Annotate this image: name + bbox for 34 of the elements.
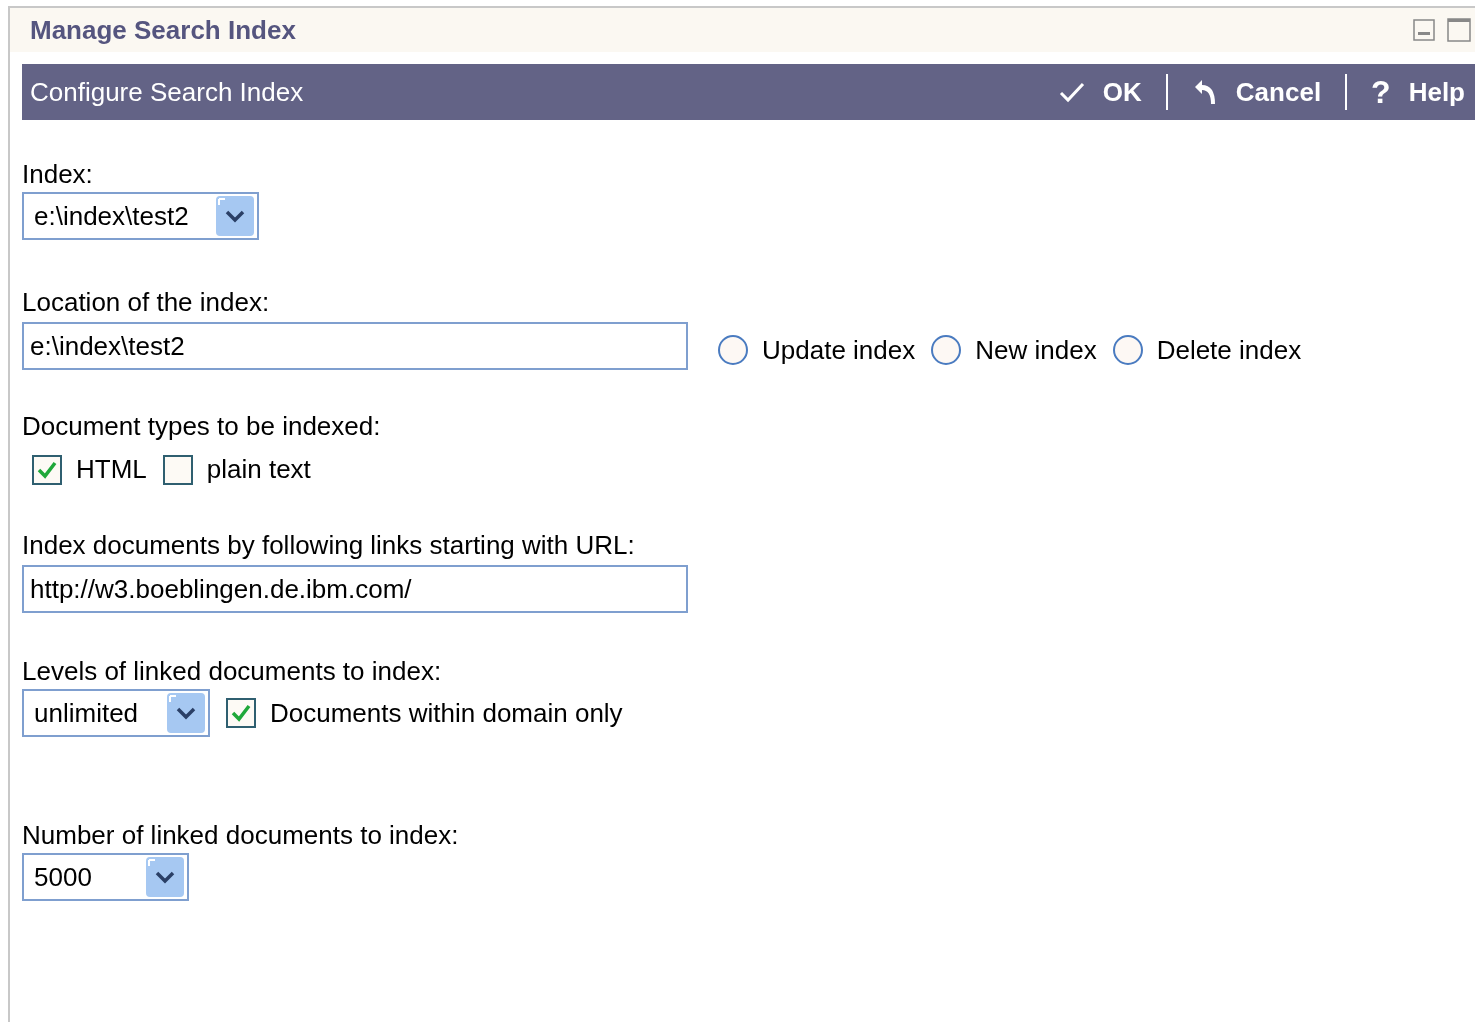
checkbox[interactable]	[226, 698, 256, 728]
field-label: Levels of linked documents to index:	[22, 656, 442, 686]
checkbox[interactable]	[32, 454, 62, 485]
radio-button[interactable]	[931, 335, 962, 365]
input-field[interactable]: http://w3.boeblingen.de.ibm.com/	[22, 565, 688, 613]
dropdown[interactable]: 5000	[22, 853, 189, 901]
check-icon	[37, 460, 57, 479]
minimize-icon[interactable]	[1413, 19, 1435, 41]
window-title: Manage Search Index	[30, 13, 296, 47]
radio-label: Delete index	[1156, 333, 1302, 367]
check-icon	[231, 704, 251, 722]
radio-button[interactable]	[718, 335, 748, 365]
toolbar-title: Configure Search Index	[30, 75, 304, 109]
field-label: Index:	[22, 159, 93, 189]
cancel-button[interactable]: Cancel	[1181, 68, 1332, 116]
checkbox-label: plain text	[206, 453, 311, 486]
radio-button[interactable]	[1112, 335, 1143, 365]
dropdown[interactable]: unlimited	[22, 689, 210, 737]
radio-label: Update index	[762, 333, 916, 367]
dropdown[interactable]: e:\index\test2	[22, 192, 259, 240]
maximize-icon[interactable]	[1447, 18, 1471, 42]
checkbox-label: Documents within domain only	[270, 696, 623, 730]
radio-label: New index	[975, 333, 1097, 367]
help-button[interactable]: ? Help	[1361, 68, 1475, 116]
check-icon	[1058, 81, 1085, 103]
checkbox[interactable]	[162, 454, 193, 485]
question-icon: ?	[1371, 76, 1391, 108]
field-label: Number of linked documents to index:	[22, 820, 459, 850]
checkbox-label: HTML	[76, 453, 147, 486]
field-label: Location of the index:	[22, 287, 270, 317]
field-label: Document types to be indexed:	[22, 411, 381, 441]
input-field[interactable]: e:\index\test2	[22, 322, 688, 370]
field-label: Index documents by following links starting with URL:	[22, 530, 635, 560]
ok-button[interactable]: OK	[1048, 68, 1152, 116]
